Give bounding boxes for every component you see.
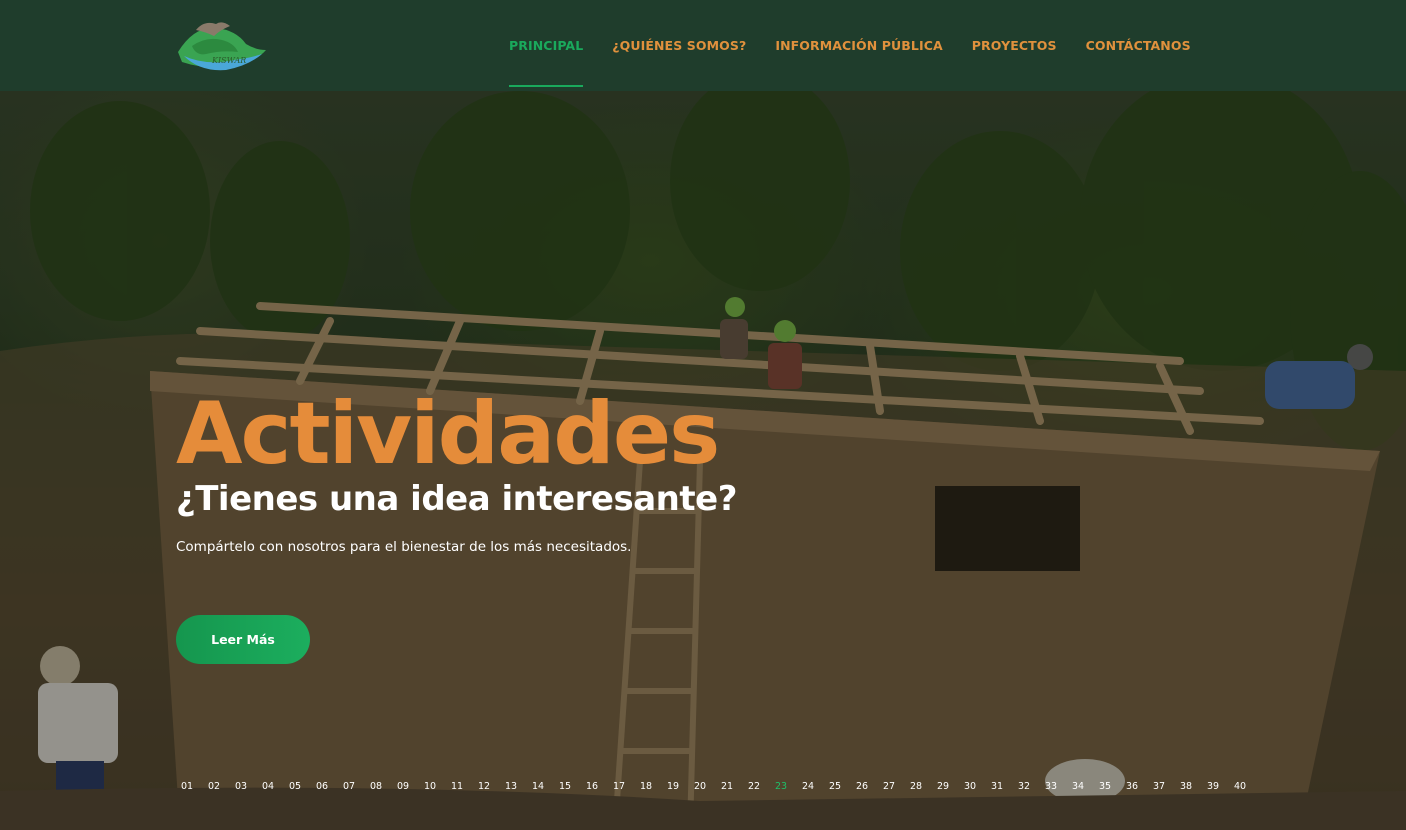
pager-item[interactable]: 33 <box>1040 781 1062 792</box>
pager-item[interactable]: 27 <box>878 781 900 792</box>
pager-item[interactable]: 15 <box>554 781 576 792</box>
pager-item[interactable]: 10 <box>419 781 441 792</box>
pager-item[interactable]: 16 <box>581 781 603 792</box>
pager-item[interactable]: 39 <box>1202 781 1224 792</box>
nav-item-informacion-publica[interactable]: INFORMACIÓN PÚBLICA <box>775 0 942 91</box>
pager-item[interactable]: 20 <box>689 781 711 792</box>
pager-item[interactable]: 22 <box>743 781 765 792</box>
pager-item[interactable]: 36 <box>1121 781 1143 792</box>
pager-item[interactable]: 28 <box>905 781 927 792</box>
nav-item-quienes-somos[interactable]: ¿QUIÉNES SOMOS? <box>612 0 746 91</box>
pager-item[interactable]: 13 <box>500 781 522 792</box>
logo-mark-icon: KISWAR <box>178 22 266 71</box>
pager-item[interactable]: 09 <box>392 781 414 792</box>
pager-item[interactable]: 30 <box>959 781 981 792</box>
hero-description: Compártelo con nosotros para el bienesta… <box>176 539 632 555</box>
pager-item[interactable]: 17 <box>608 781 630 792</box>
pager-item[interactable]: 26 <box>851 781 873 792</box>
slide-pager: 01 02 03 04 05 06 07 08 09 10 11 12 13 14 15 16 17 18 19 20… <box>176 781 1251 792</box>
pager-item[interactable]: 04 <box>257 781 279 792</box>
pager-item[interactable]: 37 <box>1148 781 1170 792</box>
read-more-button[interactable]: Leer Más <box>176 615 310 664</box>
pager-item[interactable]: 31 <box>986 781 1008 792</box>
pager-item[interactable]: 23 <box>770 781 792 792</box>
pager-item[interactable]: 21 <box>716 781 738 792</box>
pager-item[interactable]: 11 <box>446 781 468 792</box>
hero-subtitle: ¿Tienes una idea interesante? <box>176 479 737 519</box>
pager-item[interactable]: 05 <box>284 781 306 792</box>
pager-item[interactable]: 19 <box>662 781 684 792</box>
nav-item-proyectos[interactable]: PROYECTOS <box>972 0 1057 91</box>
site-header: KISWAR PRINCIPAL ¿QUIÉNES SOMOS? INFORMA… <box>0 0 1406 91</box>
pager-item[interactable]: 03 <box>230 781 252 792</box>
pager-item[interactable]: 29 <box>932 781 954 792</box>
hero-title: Actividades <box>176 384 720 484</box>
pager-item[interactable]: 07 <box>338 781 360 792</box>
logo-text: KISWAR <box>211 56 246 65</box>
pager-item[interactable]: 34 <box>1067 781 1089 792</box>
kiswar-logo[interactable]: KISWAR <box>176 16 268 74</box>
main-nav: PRINCIPAL ¿QUIÉNES SOMOS? INFORMACIÓN PÚ… <box>509 0 1191 91</box>
pager-item[interactable]: 35 <box>1094 781 1116 792</box>
hero-slider: Actividades ¿Tienes una idea interesante… <box>0 91 1406 830</box>
nav-item-contactanos[interactable]: CONTÁCTANOS <box>1086 0 1191 91</box>
pager-item[interactable]: 02 <box>203 781 225 792</box>
pager-item[interactable]: 14 <box>527 781 549 792</box>
pager-item[interactable]: 18 <box>635 781 657 792</box>
pager-item[interactable]: 25 <box>824 781 846 792</box>
pager-item[interactable]: 12 <box>473 781 495 792</box>
pager-item[interactable]: 06 <box>311 781 333 792</box>
pager-item[interactable]: 38 <box>1175 781 1197 792</box>
pager-item[interactable]: 24 <box>797 781 819 792</box>
pager-item[interactable]: 40 <box>1229 781 1251 792</box>
pager-item[interactable]: 32 <box>1013 781 1035 792</box>
nav-item-principal[interactable]: PRINCIPAL <box>509 0 584 91</box>
pager-item[interactable]: 01 <box>176 781 198 792</box>
pager-item[interactable]: 08 <box>365 781 387 792</box>
